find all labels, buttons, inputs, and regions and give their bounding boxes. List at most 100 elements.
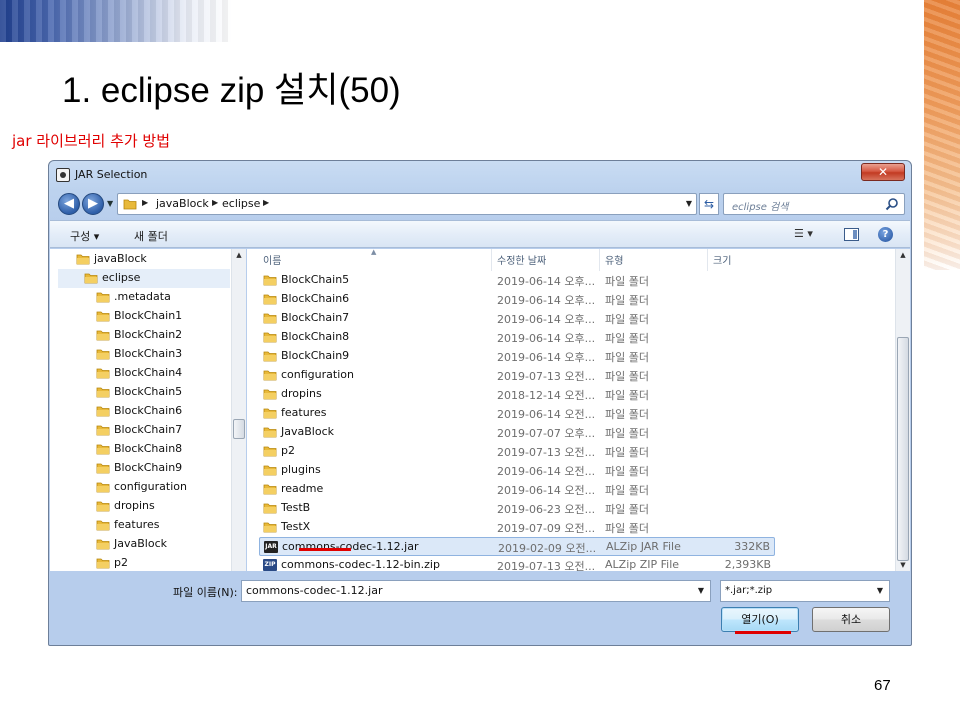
file-date: 2019-06-14 오후... <box>497 275 596 288</box>
nav-tree-item[interactable]: BlockChain6 <box>50 402 230 421</box>
nav-tree-item[interactable]: BlockChain5 <box>50 383 230 402</box>
search-icon[interactable] <box>885 197 899 211</box>
new-folder-button[interactable]: 새 폴더 <box>134 228 168 244</box>
organize-button[interactable]: 구성 ▾ <box>70 228 99 244</box>
nav-tree-item[interactable]: BlockChain4 <box>50 364 230 383</box>
file-date: 2019-07-07 오후... <box>497 427 596 440</box>
nav-tree-item[interactable]: BlockChain7 <box>50 421 230 440</box>
file-row[interactable]: p2 2019-07-13 오전... 파일 폴더 <box>259 442 775 461</box>
scroll-down-icon[interactable]: ▼ <box>896 561 910 569</box>
scrollbar-thumb[interactable] <box>233 419 245 439</box>
file-row[interactable]: JavaBlock 2019-07-07 오후... 파일 폴더 <box>259 423 775 442</box>
nav-tree-label: BlockChain9 <box>114 461 183 474</box>
nav-tree-item[interactable]: dropins <box>50 497 230 516</box>
nav-tree-label: configuration <box>114 480 187 493</box>
nav-tree-item[interactable]: BlockChain9 <box>50 459 230 478</box>
folder-icon <box>263 332 277 343</box>
nav-tree-item[interactable]: BlockChain2 <box>50 326 230 345</box>
column-header-name[interactable]: 이름 <box>263 252 281 267</box>
breadcrumb-javablock[interactable]: javaBlock <box>156 197 209 210</box>
nav-tree-item[interactable]: BlockChain8 <box>50 440 230 459</box>
folder-icon <box>263 389 277 400</box>
back-arrow-icon: ◀ <box>64 196 74 211</box>
nav-tree-item[interactable]: BlockChain1 <box>50 307 230 326</box>
sort-indicator-icon: ▲ <box>371 249 377 256</box>
file-date: 2019-06-14 오후... <box>497 313 596 326</box>
open-button[interactable]: 열기(O) <box>721 607 799 632</box>
nav-tree-item[interactable]: .metadata <box>50 288 230 307</box>
nav-tree-item[interactable]: JavaBlock <box>50 535 230 554</box>
file-name: BlockChain6 <box>281 292 350 305</box>
forward-button[interactable]: ▶ <box>82 193 104 215</box>
scrollbar-thumb[interactable] <box>897 337 909 561</box>
file-list-scrollbar[interactable]: ▲ ▼ <box>895 249 910 571</box>
nav-tree-item[interactable]: p2 <box>50 554 230 571</box>
column-header-date[interactable]: 수정한 날짜 <box>497 252 546 267</box>
file-row[interactable]: BlockChain5 2019-06-14 오후... 파일 폴더 <box>259 271 775 290</box>
search-box[interactable]: eclipse 검색 <box>723 193 905 215</box>
scroll-up-icon[interactable]: ▲ <box>232 251 246 259</box>
column-header-type[interactable]: 유형 <box>605 252 623 267</box>
recent-locations-dropdown-icon[interactable]: ▼ <box>107 199 113 208</box>
nav-tree-label: BlockChain6 <box>114 404 183 417</box>
file-row[interactable]: TestX 2019-07-09 오전... 파일 폴더 <box>259 518 775 537</box>
breadcrumb-separator-icon[interactable]: ▶ <box>142 198 148 207</box>
filter-dropdown-icon[interactable]: ▼ <box>877 586 883 595</box>
cancel-button[interactable]: 취소 <box>812 607 890 632</box>
view-options-icon[interactable]: ☰ ▾ <box>794 227 813 240</box>
eclipse-app-icon <box>56 168 70 182</box>
file-row[interactable]: BlockChain7 2019-06-14 오후... 파일 폴더 <box>259 309 775 328</box>
navigation-scrollbar[interactable]: ▲ <box>231 249 246 571</box>
folder-icon <box>96 387 110 398</box>
nav-tree-item[interactable]: features <box>50 516 230 535</box>
nav-tree-label: dropins <box>114 499 155 512</box>
file-type-filter[interactable]: *.jar;*.zip ▼ <box>720 580 890 602</box>
file-row[interactable]: configuration 2019-07-13 오전... 파일 폴더 <box>259 366 775 385</box>
dialog-titlebar[interactable]: JAR Selection ✕ <box>49 161 911 189</box>
close-button[interactable]: ✕ <box>861 163 905 181</box>
file-row[interactable]: readme 2019-06-14 오전... 파일 폴더 <box>259 480 775 499</box>
file-type: 파일 폴더 <box>605 522 649 535</box>
file-row[interactable]: dropins 2018-12-14 오전... 파일 폴더 <box>259 385 775 404</box>
address-bar[interactable]: ▶ javaBlock ▶ eclipse ▶ ▼ <box>117 193 697 215</box>
column-divider[interactable] <box>491 249 492 271</box>
column-header-size[interactable]: 크기 <box>713 252 731 267</box>
folder-icon <box>263 484 277 495</box>
scroll-up-icon[interactable]: ▲ <box>896 251 910 259</box>
file-list: ▲ 이름 수정한 날짜 유형 크기 BlockChain5 2019-06-14 … <box>247 249 895 571</box>
filename-dropdown-icon[interactable]: ▼ <box>698 586 704 595</box>
file-name: BlockChain7 <box>281 311 350 324</box>
help-icon[interactable]: ? <box>878 227 893 242</box>
back-button[interactable]: ◀ <box>58 193 80 215</box>
folder-icon <box>263 503 277 514</box>
file-row[interactable]: BlockChain6 2019-06-14 오후... 파일 폴더 <box>259 290 775 309</box>
file-date: 2019-02-09 오전... <box>498 542 597 555</box>
file-row[interactable]: ZIP commons-codec-1.12-bin.zip 2019-07-13 … <box>259 556 775 571</box>
file-row[interactable]: JAR commons-codec-1.12.jar 2019-02-09 오전..… <box>259 537 775 556</box>
nav-tree-label: BlockChain1 <box>114 309 183 322</box>
file-date: 2019-07-09 오전... <box>497 522 596 535</box>
file-row[interactable]: TestB 2019-06-23 오전... 파일 폴더 <box>259 499 775 518</box>
breadcrumb-separator-icon[interactable]: ▶ <box>212 198 218 207</box>
nav-tree-item[interactable]: javaBlock <box>50 250 230 269</box>
refresh-button[interactable]: ⇆ <box>699 193 719 215</box>
file-type: 파일 폴더 <box>605 427 649 440</box>
file-row[interactable]: features 2019-06-14 오전... 파일 폴더 <box>259 404 775 423</box>
filename-input[interactable]: commons-codec-1.12.jar ▼ <box>241 580 711 602</box>
nav-tree-item[interactable]: BlockChain3 <box>50 345 230 364</box>
address-dropdown-icon[interactable]: ▼ <box>686 199 692 208</box>
file-row[interactable]: BlockChain8 2019-06-14 오후... 파일 폴더 <box>259 328 775 347</box>
column-divider[interactable] <box>707 249 708 271</box>
nav-tree-label: BlockChain8 <box>114 442 183 455</box>
file-row[interactable]: BlockChain9 2019-06-14 오후... 파일 폴더 <box>259 347 775 366</box>
breadcrumb-eclipse[interactable]: eclipse <box>222 197 260 210</box>
preview-pane-icon[interactable] <box>844 228 859 241</box>
file-row[interactable]: plugins 2019-06-14 오전... 파일 폴더 <box>259 461 775 480</box>
nav-tree-item[interactable]: eclipse <box>58 269 230 288</box>
zip-file-icon: ZIP <box>263 559 277 571</box>
filter-value: *.jar;*.zip <box>725 585 773 596</box>
file-type: 파일 폴더 <box>605 503 649 516</box>
nav-tree-item[interactable]: configuration <box>50 478 230 497</box>
column-divider[interactable] <box>599 249 600 271</box>
breadcrumb-separator-icon[interactable]: ▶ <box>263 198 269 207</box>
